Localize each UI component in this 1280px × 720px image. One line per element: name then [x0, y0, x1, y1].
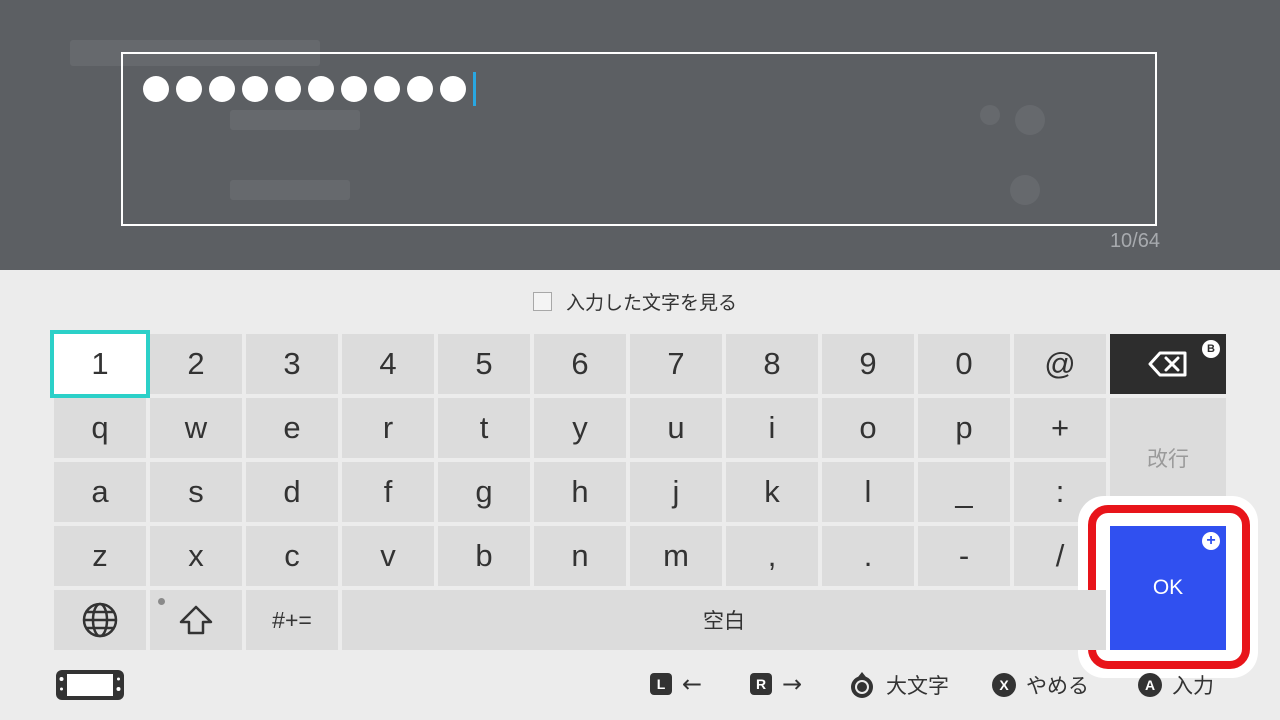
mask-dot: [176, 76, 202, 102]
key-j[interactable]: j: [630, 462, 722, 522]
b-button-badge: B: [1202, 340, 1220, 358]
text-caret: [473, 72, 476, 106]
key-4[interactable]: 4: [342, 334, 434, 394]
key-,[interactable]: ,: [726, 526, 818, 586]
key-a[interactable]: a: [54, 462, 146, 522]
mask-dot: [374, 76, 400, 102]
key-.[interactable]: .: [822, 526, 914, 586]
key-_[interactable]: _: [918, 462, 1010, 522]
language-key[interactable]: [54, 590, 146, 650]
footer-cursor-right[interactable]: R →: [750, 670, 802, 698]
ok-label: OK: [1152, 576, 1184, 599]
footer-enter[interactable]: A 入力: [1138, 670, 1214, 700]
key-c[interactable]: c: [246, 526, 338, 586]
show-characters-toggle[interactable]: 入力した文字を見る: [533, 288, 737, 315]
backspace-icon: [1148, 351, 1187, 377]
key-f[interactable]: f: [342, 462, 434, 522]
cancel-label: やめる: [1026, 674, 1089, 698]
ok-button[interactable]: OK +: [1110, 526, 1226, 650]
footer-cursor-left[interactable]: L ←: [650, 670, 702, 698]
key-e[interactable]: e: [246, 398, 338, 458]
plus-icon: +: [1202, 532, 1220, 550]
space-key[interactable]: 空白: [342, 590, 1106, 650]
key-@[interactable]: @: [1014, 334, 1106, 394]
key-+[interactable]: +: [1014, 398, 1106, 458]
key-6[interactable]: 6: [534, 334, 626, 394]
symbols-key[interactable]: #+=: [246, 590, 338, 650]
l-button-badge: L: [650, 673, 672, 695]
key-w[interactable]: w: [150, 398, 242, 458]
key-b[interactable]: b: [438, 526, 530, 586]
key-9[interactable]: 9: [822, 334, 914, 394]
mask-dot: [143, 76, 169, 102]
mask-dot: [308, 76, 334, 102]
key--[interactable]: -: [918, 526, 1010, 586]
key-h[interactable]: h: [534, 462, 626, 522]
mask-dot: [407, 76, 433, 102]
key-n[interactable]: n: [534, 526, 626, 586]
character-counter: 10/64: [1109, 230, 1160, 252]
footer-caps[interactable]: 大文字: [848, 670, 949, 700]
key-5[interactable]: 5: [438, 334, 530, 394]
mask-dot: [209, 76, 235, 102]
key-u[interactable]: u: [630, 398, 722, 458]
a-button-badge: A: [1138, 673, 1162, 697]
key-r[interactable]: r: [342, 398, 434, 458]
r-button-badge: R: [750, 673, 772, 695]
footer-cancel[interactable]: X やめる: [992, 670, 1089, 700]
mask-dot: [341, 76, 367, 102]
key-o[interactable]: o: [822, 398, 914, 458]
key-s[interactable]: s: [150, 462, 242, 522]
key-t[interactable]: t: [438, 398, 530, 458]
key-l[interactable]: l: [822, 462, 914, 522]
key-v[interactable]: v: [342, 526, 434, 586]
key-1[interactable]: 1: [50, 330, 150, 398]
show-characters-label: 入力した文字を見る: [566, 292, 738, 314]
key-m[interactable]: m: [630, 526, 722, 586]
mask-dot: [275, 76, 301, 102]
key-p[interactable]: p: [918, 398, 1010, 458]
key-0[interactable]: 0: [918, 334, 1010, 394]
mask-dot: [440, 76, 466, 102]
arrow-right-icon: →: [782, 670, 803, 698]
key-g[interactable]: g: [438, 462, 530, 522]
key-k[interactable]: k: [726, 462, 818, 522]
key-z[interactable]: z: [54, 526, 146, 586]
key-x[interactable]: x: [150, 526, 242, 586]
password-input[interactable]: [121, 52, 1157, 226]
key-7[interactable]: 7: [630, 334, 722, 394]
arrow-left-icon: ←: [682, 670, 703, 698]
background-dim-overlay: 10/64: [0, 0, 1280, 270]
caps-label: 大文字: [886, 674, 949, 698]
enter-label: 入力: [1172, 674, 1214, 698]
handheld-console-icon: [55, 669, 125, 705]
masked-text: [143, 72, 476, 106]
key-y[interactable]: y: [534, 398, 626, 458]
key-2[interactable]: 2: [150, 334, 242, 394]
shift-key[interactable]: [150, 590, 242, 650]
key-8[interactable]: 8: [726, 334, 818, 394]
key-3[interactable]: 3: [246, 334, 338, 394]
key-q[interactable]: q: [54, 398, 146, 458]
backspace-key[interactable]: B: [1110, 334, 1226, 394]
mask-dot: [242, 76, 268, 102]
x-button-badge: X: [992, 673, 1016, 697]
key-i[interactable]: i: [726, 398, 818, 458]
globe-icon: [82, 602, 118, 638]
shift-indicator-dot: [158, 598, 165, 605]
key-d[interactable]: d: [246, 462, 338, 522]
left-stick-icon: [851, 672, 873, 698]
shift-icon: [179, 605, 213, 635]
show-characters-checkbox[interactable]: [533, 292, 552, 311]
